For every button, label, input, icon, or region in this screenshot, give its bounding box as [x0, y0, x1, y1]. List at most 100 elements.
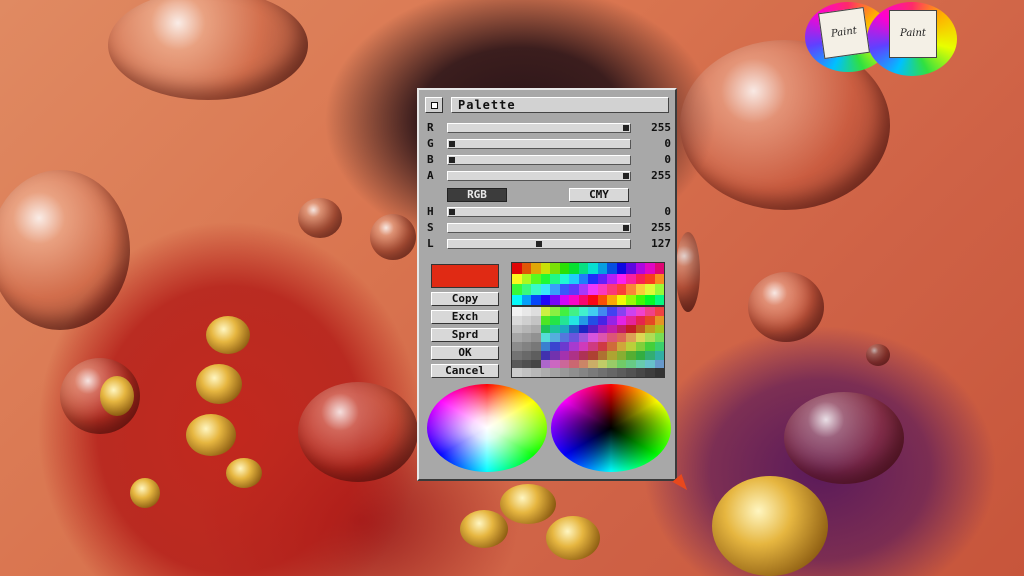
palette-cell[interactable]: [626, 273, 636, 284]
palette-cell[interactable]: [569, 342, 579, 351]
palette-cell[interactable]: [588, 368, 598, 377]
ok-button[interactable]: OK: [431, 346, 499, 360]
palette-cell[interactable]: [531, 315, 541, 325]
slider-track-s[interactable]: [447, 223, 631, 233]
palette-cell[interactable]: [550, 333, 560, 342]
palette-cell[interactable]: [578, 324, 588, 334]
palette-cell[interactable]: [588, 324, 598, 334]
palette-cell[interactable]: [521, 333, 531, 342]
palette-cell[interactable]: [635, 359, 645, 369]
slider-knob[interactable]: [449, 141, 455, 147]
palette-cell[interactable]: [607, 333, 617, 342]
palette-cell[interactable]: [654, 368, 664, 377]
palette-cell[interactable]: [531, 342, 541, 351]
palette-cell[interactable]: [607, 359, 617, 369]
palette-cell[interactable]: [645, 307, 655, 316]
palette-cell[interactable]: [559, 273, 569, 284]
slider-knob[interactable]: [623, 125, 629, 131]
palette-cell[interactable]: [616, 324, 626, 334]
palette-cell[interactable]: [578, 359, 588, 369]
palette-cell[interactable]: [521, 307, 531, 316]
palette-cell[interactable]: [550, 284, 560, 295]
palette-cell[interactable]: [578, 263, 588, 274]
palette-cell[interactable]: [626, 359, 636, 369]
palette-cell[interactable]: [531, 368, 541, 377]
palette-cell[interactable]: [588, 307, 598, 316]
palette-cell[interactable]: [531, 350, 541, 360]
palette-cell[interactable]: [597, 368, 607, 377]
palette-cell[interactable]: [635, 324, 645, 334]
palette-cell[interactable]: [654, 294, 664, 305]
palette-cell[interactable]: [635, 342, 645, 351]
palette-cell[interactable]: [550, 342, 560, 351]
palette-cell[interactable]: [597, 342, 607, 351]
palette-cell[interactable]: [607, 350, 617, 360]
palette-cell[interactable]: [607, 273, 617, 284]
palette-cell[interactable]: [569, 359, 579, 369]
palette-cell[interactable]: [635, 307, 645, 316]
palette-cell[interactable]: [540, 368, 550, 377]
palette-cell[interactable]: [607, 284, 617, 295]
palette-cell[interactable]: [569, 315, 579, 325]
rgb-mode-button[interactable]: RGB: [447, 188, 507, 202]
palette-cell[interactable]: [607, 294, 617, 305]
palette-cell[interactable]: [540, 350, 550, 360]
palette-cell[interactable]: [654, 350, 664, 360]
palette-cell[interactable]: [645, 284, 655, 295]
palette-cell[interactable]: [588, 359, 598, 369]
palette-cell[interactable]: [559, 284, 569, 295]
palette-cell[interactable]: [569, 263, 579, 274]
palette-cell[interactable]: [531, 324, 541, 334]
spread-button[interactable]: Sprd: [431, 328, 499, 342]
palette-grid-primary[interactable]: [511, 262, 665, 306]
palette-cell[interactable]: [654, 273, 664, 284]
palette-cell[interactable]: [654, 359, 664, 369]
palette-cell[interactable]: [626, 333, 636, 342]
palette-cell[interactable]: [512, 324, 522, 334]
palette-cell[interactable]: [521, 263, 531, 274]
palette-cell[interactable]: [635, 315, 645, 325]
palette-cell[interactable]: [616, 333, 626, 342]
palette-cell[interactable]: [645, 273, 655, 284]
palette-cell[interactable]: [616, 368, 626, 377]
palette-cell[interactable]: [540, 294, 550, 305]
palette-cell[interactable]: [569, 307, 579, 316]
palette-cell[interactable]: [597, 324, 607, 334]
palette-cell[interactable]: [597, 315, 607, 325]
palette-cell[interactable]: [578, 294, 588, 305]
palette-cell[interactable]: [635, 368, 645, 377]
palette-cell[interactable]: [550, 350, 560, 360]
palette-cell[interactable]: [578, 315, 588, 325]
palette-cell[interactable]: [616, 263, 626, 274]
palette-cell[interactable]: [521, 368, 531, 377]
palette-cell[interactable]: [559, 294, 569, 305]
palette-cell[interactable]: [588, 315, 598, 325]
palette-cell[interactable]: [521, 350, 531, 360]
cmy-mode-button[interactable]: CMY: [569, 188, 629, 202]
title-bar[interactable]: Palette: [425, 97, 669, 113]
palette-cell[interactable]: [512, 359, 522, 369]
color-wheel-dark[interactable]: [551, 384, 671, 472]
palette-cell[interactable]: [616, 359, 626, 369]
palette-cell[interactable]: [559, 350, 569, 360]
palette-cell[interactable]: [521, 273, 531, 284]
color-wheel-light[interactable]: [427, 384, 547, 472]
palette-cell[interactable]: [588, 294, 598, 305]
exchange-button[interactable]: Exch: [431, 310, 499, 324]
palette-cell[interactable]: [588, 284, 598, 295]
palette-cell[interactable]: [597, 273, 607, 284]
palette-cell[interactable]: [521, 294, 531, 305]
palette-cell[interactable]: [626, 307, 636, 316]
palette-cell[interactable]: [597, 263, 607, 274]
palette-cell[interactable]: [654, 333, 664, 342]
palette-cell[interactable]: [540, 359, 550, 369]
palette-cell[interactable]: [550, 307, 560, 316]
palette-cell[interactable]: [540, 273, 550, 284]
palette-cell[interactable]: [588, 273, 598, 284]
palette-cell[interactable]: [597, 359, 607, 369]
palette-cell[interactable]: [569, 324, 579, 334]
palette-cell[interactable]: [626, 324, 636, 334]
palette-cell[interactable]: [578, 368, 588, 377]
palette-cell[interactable]: [540, 342, 550, 351]
palette-cell[interactable]: [654, 263, 664, 274]
